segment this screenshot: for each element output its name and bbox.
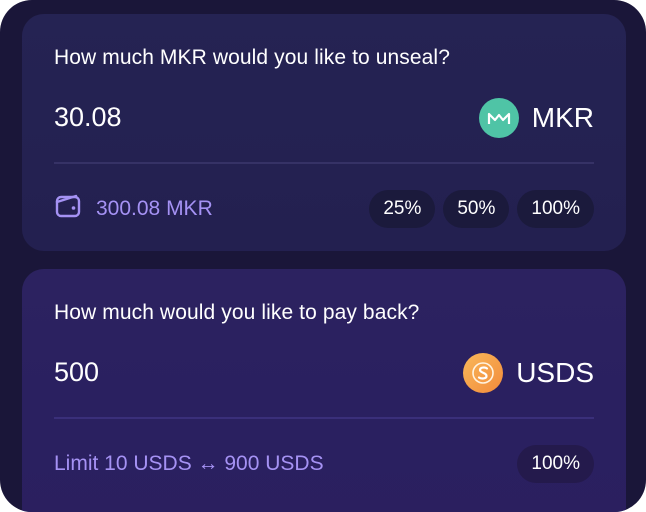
mkr-token-label: MKR — [531, 102, 594, 133]
unseal-amount-input[interactable] — [54, 102, 354, 133]
unseal-question: How much MKR would you like to unseal? — [54, 46, 450, 69]
wallet-icon — [54, 192, 82, 226]
usds-token-label: USDS — [516, 357, 594, 388]
percent-25-button[interactable]: 25% — [369, 190, 436, 228]
divider — [54, 162, 594, 164]
payback-percent-buttons: 100% — [517, 445, 594, 483]
payback-card: How much would you like to pay back? USD… — [22, 269, 626, 512]
unseal-card: How much MKR would you like to unseal? M… — [22, 14, 626, 251]
mkr-token-icon — [478, 98, 519, 138]
payback-limit-text: Limit 10 USDS ↔ 900 USDS — [54, 452, 324, 475]
unseal-payback-panel: How much MKR would you like to unseal? M… — [0, 0, 646, 512]
percent-100-button[interactable]: 100% — [517, 445, 594, 483]
payback-question: How much would you like to pay back? — [54, 301, 420, 324]
unseal-balance-row: 300.08 MKR 25% 50% 100% — [54, 190, 594, 228]
usds-token-selector[interactable]: USDS — [463, 353, 594, 393]
wallet-balance: 300.08 MKR — [54, 192, 213, 226]
percent-50-button[interactable]: 50% — [443, 190, 510, 228]
payback-limit-row: Limit 10 USDS ↔ 900 USDS 100% — [54, 445, 594, 483]
unseal-percent-buttons: 25% 50% 100% — [369, 190, 594, 228]
percent-100-button[interactable]: 100% — [517, 190, 594, 228]
payback-amount-input[interactable] — [54, 357, 354, 388]
balance-value: 300.08 MKR — [96, 197, 213, 220]
usds-token-icon — [463, 353, 504, 393]
divider — [54, 417, 594, 419]
mkr-token-selector[interactable]: MKR — [478, 98, 594, 138]
